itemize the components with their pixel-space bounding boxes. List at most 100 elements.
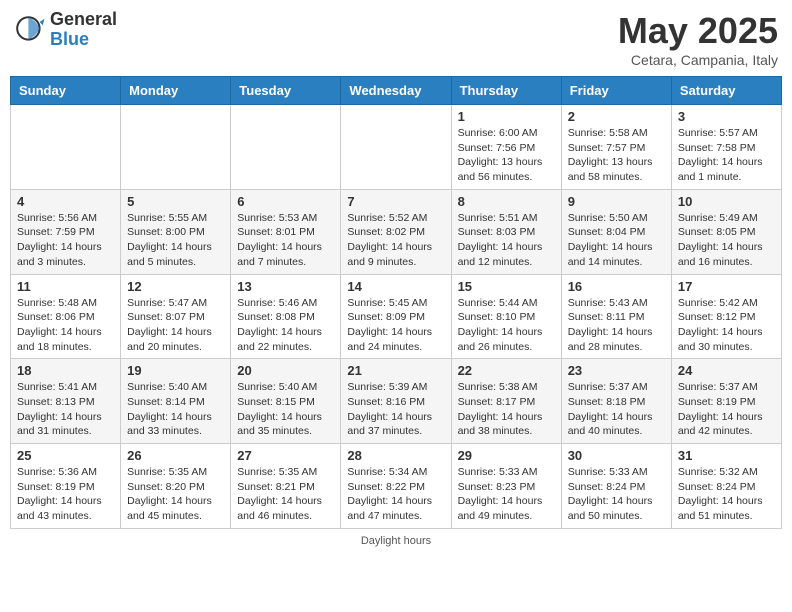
day-info: Sunrise: 5:38 AMSunset: 8:17 PMDaylight:… xyxy=(458,380,555,439)
day-info: Sunrise: 5:41 AMSunset: 8:13 PMDaylight:… xyxy=(17,380,114,439)
daylight-label: Daylight hours xyxy=(361,535,431,547)
day-info: Sunrise: 5:36 AMSunset: 8:19 PMDaylight:… xyxy=(17,465,114,524)
logo-general-text: General xyxy=(50,10,117,30)
calendar-cell: 13 Sunrise: 5:46 AMSunset: 8:08 PMDayligh… xyxy=(231,274,341,359)
day-info: Sunrise: 5:56 AMSunset: 7:59 PMDaylight:… xyxy=(17,211,114,270)
calendar-day-header: Sunday xyxy=(11,77,121,105)
day-info: Sunrise: 5:34 AMSunset: 8:22 PMDaylight:… xyxy=(347,465,444,524)
logo-icon xyxy=(14,14,46,46)
calendar-cell xyxy=(121,105,231,190)
calendar-day-header: Tuesday xyxy=(231,77,341,105)
calendar-day-header: Saturday xyxy=(671,77,781,105)
calendar-cell xyxy=(231,105,341,190)
day-number: 15 xyxy=(458,279,555,294)
calendar-cell: 19 Sunrise: 5:40 AMSunset: 8:14 PMDayligh… xyxy=(121,359,231,444)
day-info: Sunrise: 5:49 AMSunset: 8:05 PMDaylight:… xyxy=(678,211,775,270)
calendar-day-header: Wednesday xyxy=(341,77,451,105)
calendar-cell: 8 Sunrise: 5:51 AMSunset: 8:03 PMDaylight… xyxy=(451,189,561,274)
location-subtitle: Cetara, Campania, Italy xyxy=(618,52,778,68)
day-info: Sunrise: 5:33 AMSunset: 8:24 PMDaylight:… xyxy=(568,465,665,524)
calendar-table: SundayMondayTuesdayWednesdayThursdayFrid… xyxy=(10,76,782,529)
calendar-cell: 20 Sunrise: 5:40 AMSunset: 8:15 PMDayligh… xyxy=(231,359,341,444)
calendar-cell: 1 Sunrise: 6:00 AMSunset: 7:56 PMDaylight… xyxy=(451,105,561,190)
calendar-cell: 28 Sunrise: 5:34 AMSunset: 8:22 PMDayligh… xyxy=(341,444,451,529)
calendar-cell: 6 Sunrise: 5:53 AMSunset: 8:01 PMDaylight… xyxy=(231,189,341,274)
day-number: 24 xyxy=(678,363,775,378)
logo-text: General Blue xyxy=(50,10,117,50)
calendar-day-header: Monday xyxy=(121,77,231,105)
day-number: 28 xyxy=(347,448,444,463)
day-info: Sunrise: 5:48 AMSunset: 8:06 PMDaylight:… xyxy=(17,296,114,355)
day-info: Sunrise: 5:37 AMSunset: 8:19 PMDaylight:… xyxy=(678,380,775,439)
month-title: May 2025 xyxy=(618,10,778,52)
day-number: 2 xyxy=(568,109,665,124)
day-info: Sunrise: 5:53 AMSunset: 8:01 PMDaylight:… xyxy=(237,211,334,270)
calendar-cell: 7 Sunrise: 5:52 AMSunset: 8:02 PMDaylight… xyxy=(341,189,451,274)
day-number: 11 xyxy=(17,279,114,294)
day-number: 13 xyxy=(237,279,334,294)
day-number: 6 xyxy=(237,194,334,209)
day-number: 31 xyxy=(678,448,775,463)
calendar-cell: 27 Sunrise: 5:35 AMSunset: 8:21 PMDayligh… xyxy=(231,444,341,529)
day-number: 26 xyxy=(127,448,224,463)
page-header: General Blue May 2025 Cetara, Campania, … xyxy=(10,10,782,68)
day-info: Sunrise: 5:44 AMSunset: 8:10 PMDaylight:… xyxy=(458,296,555,355)
calendar-cell: 5Sunrise: 5:55 AMSunset: 8:00 PMDaylight… xyxy=(121,189,231,274)
calendar-header-row: SundayMondayTuesdayWednesdayThursdayFrid… xyxy=(11,77,782,105)
day-number: 30 xyxy=(568,448,665,463)
calendar-cell: 18 Sunrise: 5:41 AMSunset: 8:13 PMDayligh… xyxy=(11,359,121,444)
calendar-cell: 14Sunrise: 5:45 AMSunset: 8:09 PMDayligh… xyxy=(341,274,451,359)
day-number: 29 xyxy=(458,448,555,463)
day-number: 5 xyxy=(127,194,224,209)
day-number: 23 xyxy=(568,363,665,378)
calendar-week-row: 1 Sunrise: 6:00 AMSunset: 7:56 PMDaylight… xyxy=(11,105,782,190)
calendar-cell: 2Sunrise: 5:58 AMSunset: 7:57 PMDaylight… xyxy=(561,105,671,190)
day-info: Sunrise: 5:46 AMSunset: 8:08 PMDaylight:… xyxy=(237,296,334,355)
day-info: Sunrise: 5:45 AMSunset: 8:09 PMDaylight:… xyxy=(347,296,444,355)
day-number: 12 xyxy=(127,279,224,294)
day-info: Sunrise: 6:00 AMSunset: 7:56 PMDaylight:… xyxy=(458,126,555,185)
title-block: May 2025 Cetara, Campania, Italy xyxy=(618,10,778,68)
calendar-cell: 11 Sunrise: 5:48 AMSunset: 8:06 PMDayligh… xyxy=(11,274,121,359)
calendar-cell: 16 Sunrise: 5:43 AMSunset: 8:11 PMDayligh… xyxy=(561,274,671,359)
logo-blue-text: Blue xyxy=(50,30,117,50)
day-info: Sunrise: 5:35 AMSunset: 8:21 PMDaylight:… xyxy=(237,465,334,524)
calendar-cell xyxy=(341,105,451,190)
day-info: Sunrise: 5:40 AMSunset: 8:14 PMDaylight:… xyxy=(127,380,224,439)
day-number: 4 xyxy=(17,194,114,209)
day-info: Sunrise: 5:43 AMSunset: 8:11 PMDaylight:… xyxy=(568,296,665,355)
day-info: Sunrise: 5:40 AMSunset: 8:15 PMDaylight:… xyxy=(237,380,334,439)
day-info: Sunrise: 5:57 AMSunset: 7:58 PMDaylight:… xyxy=(678,126,775,185)
day-number: 3 xyxy=(678,109,775,124)
calendar-cell: 30 Sunrise: 5:33 AMSunset: 8:24 PMDayligh… xyxy=(561,444,671,529)
day-number: 18 xyxy=(17,363,114,378)
footer: Daylight hours xyxy=(10,535,782,547)
day-number: 25 xyxy=(17,448,114,463)
calendar-cell: 25 Sunrise: 5:36 AMSunset: 8:19 PMDayligh… xyxy=(11,444,121,529)
calendar-cell: 26Sunrise: 5:35 AMSunset: 8:20 PMDayligh… xyxy=(121,444,231,529)
day-number: 17 xyxy=(678,279,775,294)
day-number: 8 xyxy=(458,194,555,209)
day-info: Sunrise: 5:47 AMSunset: 8:07 PMDaylight:… xyxy=(127,296,224,355)
calendar-cell: 31Sunrise: 5:32 AMSunset: 8:24 PMDayligh… xyxy=(671,444,781,529)
calendar-cell: 22Sunrise: 5:38 AMSunset: 8:17 PMDayligh… xyxy=(451,359,561,444)
day-number: 27 xyxy=(237,448,334,463)
calendar-cell: 10 Sunrise: 5:49 AMSunset: 8:05 PMDayligh… xyxy=(671,189,781,274)
day-number: 9 xyxy=(568,194,665,209)
day-number: 21 xyxy=(347,363,444,378)
calendar-cell: 17Sunrise: 5:42 AMSunset: 8:12 PMDayligh… xyxy=(671,274,781,359)
day-info: Sunrise: 5:51 AMSunset: 8:03 PMDaylight:… xyxy=(458,211,555,270)
day-info: Sunrise: 5:52 AMSunset: 8:02 PMDaylight:… xyxy=(347,211,444,270)
calendar-week-row: 25 Sunrise: 5:36 AMSunset: 8:19 PMDayligh… xyxy=(11,444,782,529)
day-number: 16 xyxy=(568,279,665,294)
calendar-cell: 24 Sunrise: 5:37 AMSunset: 8:19 PMDayligh… xyxy=(671,359,781,444)
day-number: 10 xyxy=(678,194,775,209)
day-number: 19 xyxy=(127,363,224,378)
day-number: 20 xyxy=(237,363,334,378)
day-info: Sunrise: 5:33 AMSunset: 8:23 PMDaylight:… xyxy=(458,465,555,524)
calendar-week-row: 4 Sunrise: 5:56 AMSunset: 7:59 PMDaylight… xyxy=(11,189,782,274)
day-number: 7 xyxy=(347,194,444,209)
calendar-cell: 9Sunrise: 5:50 AMSunset: 8:04 PMDaylight… xyxy=(561,189,671,274)
calendar-cell: 12 Sunrise: 5:47 AMSunset: 8:07 PMDayligh… xyxy=(121,274,231,359)
day-number: 1 xyxy=(458,109,555,124)
